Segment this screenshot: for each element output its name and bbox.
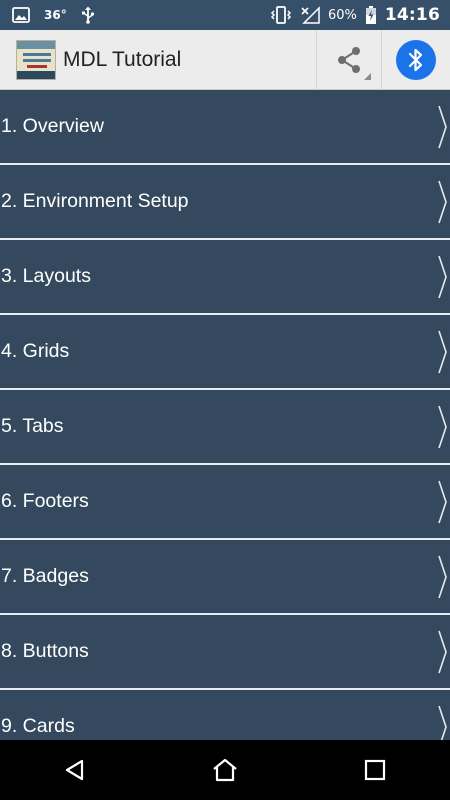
status-bar-right: 60% 14:16 — [270, 5, 450, 25]
chevron-right-icon — [438, 105, 447, 148]
vibrate-icon — [270, 6, 292, 24]
status-bar-left: 36° — [0, 6, 95, 24]
usb-icon — [81, 6, 95, 24]
image-icon — [12, 7, 30, 23]
list-item-label: 3. Layouts — [1, 265, 91, 287]
list-item[interactable]: 5. Tabs — [0, 390, 450, 465]
list-item[interactable]: 6. Footers — [0, 465, 450, 540]
chevron-right-icon — [438, 405, 447, 448]
list-item-label: 2. Environment Setup — [1, 190, 189, 212]
chevron-right-icon — [438, 705, 447, 740]
list-item[interactable]: 1. Overview — [0, 90, 450, 165]
app-bar-actions — [316, 29, 450, 90]
list-item-label: 7. Badges — [1, 565, 89, 587]
overflow-corner-indicator — [364, 72, 371, 80]
temperature-text: 36° — [44, 8, 67, 22]
list-item[interactable]: 9. Cards — [0, 690, 450, 740]
home-icon — [212, 758, 238, 782]
list-item-label: 4. Grids — [1, 340, 70, 362]
list-item[interactable]: 8. Buttons — [0, 615, 450, 690]
battery-charging-icon — [365, 6, 377, 24]
list-item-label: 8. Buttons — [1, 640, 89, 662]
chevron-right-icon — [438, 555, 447, 598]
share-icon — [336, 46, 362, 74]
list-item-label: 5. Tabs — [1, 415, 64, 437]
list-item-label: 9. Cards — [1, 715, 75, 737]
screen: 36° 60% 14:16 MDL Tutorial 1. Overview 2… — [0, 0, 450, 800]
battery-percent-text: 60% — [327, 7, 357, 23]
no-signal-icon — [300, 6, 320, 24]
app-title: MDL Tutorial — [63, 47, 182, 71]
app-bar: MDL Tutorial — [0, 29, 450, 90]
list-item[interactable]: 7. Badges — [0, 540, 450, 615]
list-item[interactable]: 3. Layouts — [0, 240, 450, 315]
bluetooth-icon — [396, 39, 436, 80]
recents-icon — [364, 759, 386, 781]
back-button[interactable] — [45, 740, 105, 800]
chevron-right-icon — [438, 255, 447, 298]
bluetooth-button[interactable] — [382, 30, 450, 90]
list-item[interactable]: 2. Environment Setup — [0, 165, 450, 240]
list-item-label: 1. Overview — [1, 115, 104, 137]
status-bar: 36° 60% 14:16 — [0, 0, 450, 30]
chevron-right-icon — [438, 480, 447, 523]
chevron-right-icon — [438, 630, 447, 673]
app-logo — [16, 39, 56, 80]
recents-button[interactable] — [345, 740, 405, 800]
tutorial-list: 1. Overview 2. Environment Setup 3. Layo… — [0, 90, 450, 740]
clock-text: 14:16 — [384, 5, 440, 25]
home-button[interactable] — [195, 740, 255, 800]
chevron-right-icon — [438, 330, 447, 373]
list-item[interactable]: 4. Grids — [0, 315, 450, 390]
list-item-label: 6. Footers — [1, 490, 89, 512]
chevron-right-icon — [438, 180, 447, 223]
navigation-bar — [0, 740, 450, 800]
share-button[interactable] — [316, 29, 382, 90]
back-icon — [63, 758, 87, 782]
